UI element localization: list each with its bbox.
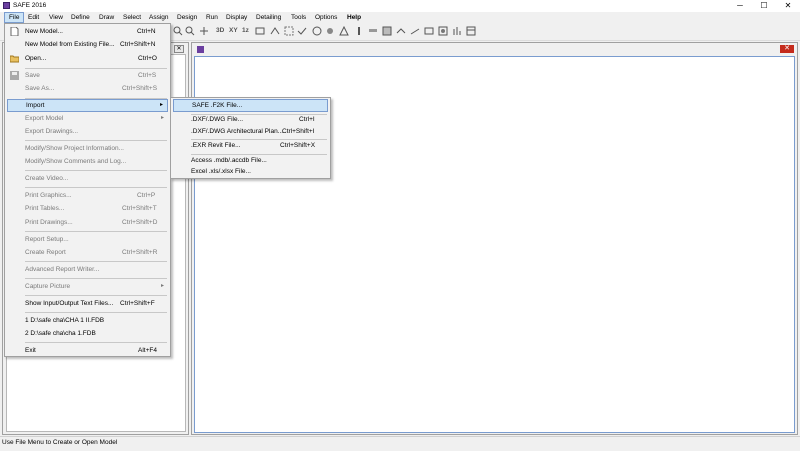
menu-separator <box>25 278 167 279</box>
menu-item-new-model[interactable]: New Model... Ctrl+N <box>7 25 168 38</box>
circle-icon[interactable] <box>312 26 322 36</box>
menu-assign[interactable]: Assign <box>145 12 173 23</box>
zoom-in-icon[interactable] <box>173 26 183 36</box>
menu-item-import-revit[interactable]: .EXR Revit File... Ctrl+Shift+X <box>173 139 328 152</box>
file-menu-dropdown: New Model... Ctrl+N New Model from Exist… <box>4 23 171 357</box>
menu-draw[interactable]: Draw <box>95 12 118 23</box>
menu-item-save[interactable]: Save Ctrl+S <box>7 69 168 82</box>
menu-run[interactable]: Run <box>202 12 222 23</box>
view-1z-button[interactable]: 1z <box>242 27 249 34</box>
table-icon[interactable] <box>466 26 476 36</box>
wall-icon[interactable] <box>382 26 392 36</box>
opening-icon[interactable] <box>424 26 434 36</box>
status-bar <box>0 436 800 451</box>
title-bar <box>0 0 800 12</box>
menu-item-save-as[interactable]: Save As... Ctrl+Shift+S <box>7 82 168 95</box>
menu-design[interactable]: Design <box>173 12 201 23</box>
menu-define[interactable]: Define <box>67 12 94 23</box>
save-icon <box>10 71 19 80</box>
rubber-band-icon[interactable] <box>270 26 280 36</box>
gear-icon[interactable] <box>325 26 335 36</box>
menu-item-recent-file-2[interactable]: 2 D:\safe cha\cha 1.FDB <box>7 327 168 340</box>
model-window-header <box>193 44 797 54</box>
menu-detailing[interactable]: Detailing <box>252 12 285 23</box>
strip-icon[interactable] <box>452 26 462 36</box>
menu-item-import-architectural-plan[interactable]: .DXF/.DWG Architectural Plan... Ctrl+Shi… <box>173 125 328 138</box>
menu-item-import-excel[interactable]: Excel .xls/.xlsx File... <box>173 165 328 178</box>
column-icon[interactable] <box>354 26 364 36</box>
menu-item-import-f2k[interactable]: SAFE .F2K File... <box>173 99 328 112</box>
menu-item-exit[interactable]: Exit Alt+F4 <box>7 344 168 357</box>
view-xy-button[interactable]: XY <box>229 27 238 34</box>
menu-item-report-setup[interactable]: Report Setup... <box>7 233 168 246</box>
perspective-icon[interactable] <box>255 26 265 36</box>
menu-item-comments-log[interactable]: Modify/Show Comments and Log... <box>7 155 168 168</box>
menu-item-new-model-from-existing[interactable]: New Model from Existing File... Ctrl+Shi… <box>7 38 168 51</box>
menu-item-create-video[interactable]: Create Video... <box>7 172 168 185</box>
submenu-arrow-icon: ▸ <box>160 283 164 289</box>
menu-item-open[interactable]: Open... Ctrl+O <box>7 52 168 65</box>
new-file-icon <box>10 26 19 37</box>
menu-separator <box>25 140 167 141</box>
open-folder-icon <box>9 54 20 63</box>
menu-separator <box>25 312 167 313</box>
menu-item-print-drawings[interactable]: Print Drawings... Ctrl+Shift+D <box>7 216 168 229</box>
menu-item-print-tables[interactable]: Print Tables... Ctrl+Shift+T <box>7 202 168 215</box>
menu-separator <box>25 187 167 188</box>
menu-edit[interactable]: Edit <box>24 12 43 23</box>
submenu-arrow-icon: ▸ <box>160 115 164 121</box>
menu-item-import[interactable]: Import ▸ <box>7 99 168 112</box>
menu-separator <box>25 261 167 262</box>
import-submenu: SAFE .F2K File... .DXF/.DWG File... Ctrl… <box>170 97 331 179</box>
slab-icon[interactable] <box>396 26 406 36</box>
window-title: SAFE 2016 <box>13 2 47 9</box>
menu-help[interactable]: Help <box>343 12 365 23</box>
tendon-icon[interactable] <box>438 26 448 36</box>
menu-separator <box>25 170 167 171</box>
app-icon <box>3 2 10 9</box>
maximize-button[interactable]: ☐ <box>752 0 776 12</box>
triangle-icon[interactable] <box>339 25 349 36</box>
status-text: Use File Menu to Create or Open Model <box>2 439 118 446</box>
model-window-icon <box>197 46 204 53</box>
minimize-button[interactable]: ─ <box>728 0 752 12</box>
zoom-out-icon[interactable] <box>185 26 195 36</box>
left-pane-close-button[interactable]: ✕ <box>174 45 184 53</box>
beam-icon[interactable] <box>368 26 378 36</box>
menu-item-print-graphics[interactable]: Print Graphics... Ctrl+P <box>7 189 168 202</box>
menu-separator <box>25 231 167 232</box>
menu-select[interactable]: Select <box>119 12 145 23</box>
menu-separator <box>25 342 167 343</box>
menu-bar: File Edit View Define Draw Select Assign… <box>0 12 800 23</box>
menu-item-create-report[interactable]: Create Report Ctrl+Shift+R <box>7 246 168 259</box>
menu-options[interactable]: Options <box>311 12 341 23</box>
menu-item-export-drawings[interactable]: Export Drawings... <box>7 125 168 138</box>
select-icon[interactable] <box>284 26 294 36</box>
menu-view[interactable]: View <box>45 12 67 23</box>
view-3d-button[interactable]: 3D <box>216 27 224 34</box>
menu-item-advanced-report-writer[interactable]: Advanced Report Writer... <box>7 263 168 276</box>
menu-separator <box>25 295 167 296</box>
pan-icon[interactable] <box>199 26 209 36</box>
ramp-icon[interactable] <box>410 26 420 36</box>
check-icon[interactable] <box>297 26 307 36</box>
menu-item-capture-picture[interactable]: Capture Picture ▸ <box>7 280 168 293</box>
submenu-arrow-icon: ▸ <box>159 102 163 108</box>
menu-item-export-model[interactable]: Export Model ▸ <box>7 112 168 125</box>
menu-item-show-text-files[interactable]: Show Input/Output Text Files... Ctrl+Shi… <box>7 297 168 310</box>
menu-item-recent-file-1[interactable]: 1 D:\safe cha\CHA 1 II.FDB <box>7 314 168 327</box>
model-window-close-button[interactable]: ✕ <box>780 45 794 53</box>
menu-item-project-information[interactable]: Modify/Show Project Information... <box>7 142 168 155</box>
menu-display[interactable]: Display <box>222 12 251 23</box>
menu-tools[interactable]: Tools <box>287 12 310 23</box>
menu-file[interactable]: File <box>4 12 25 23</box>
close-button[interactable]: ✕ <box>776 0 800 12</box>
